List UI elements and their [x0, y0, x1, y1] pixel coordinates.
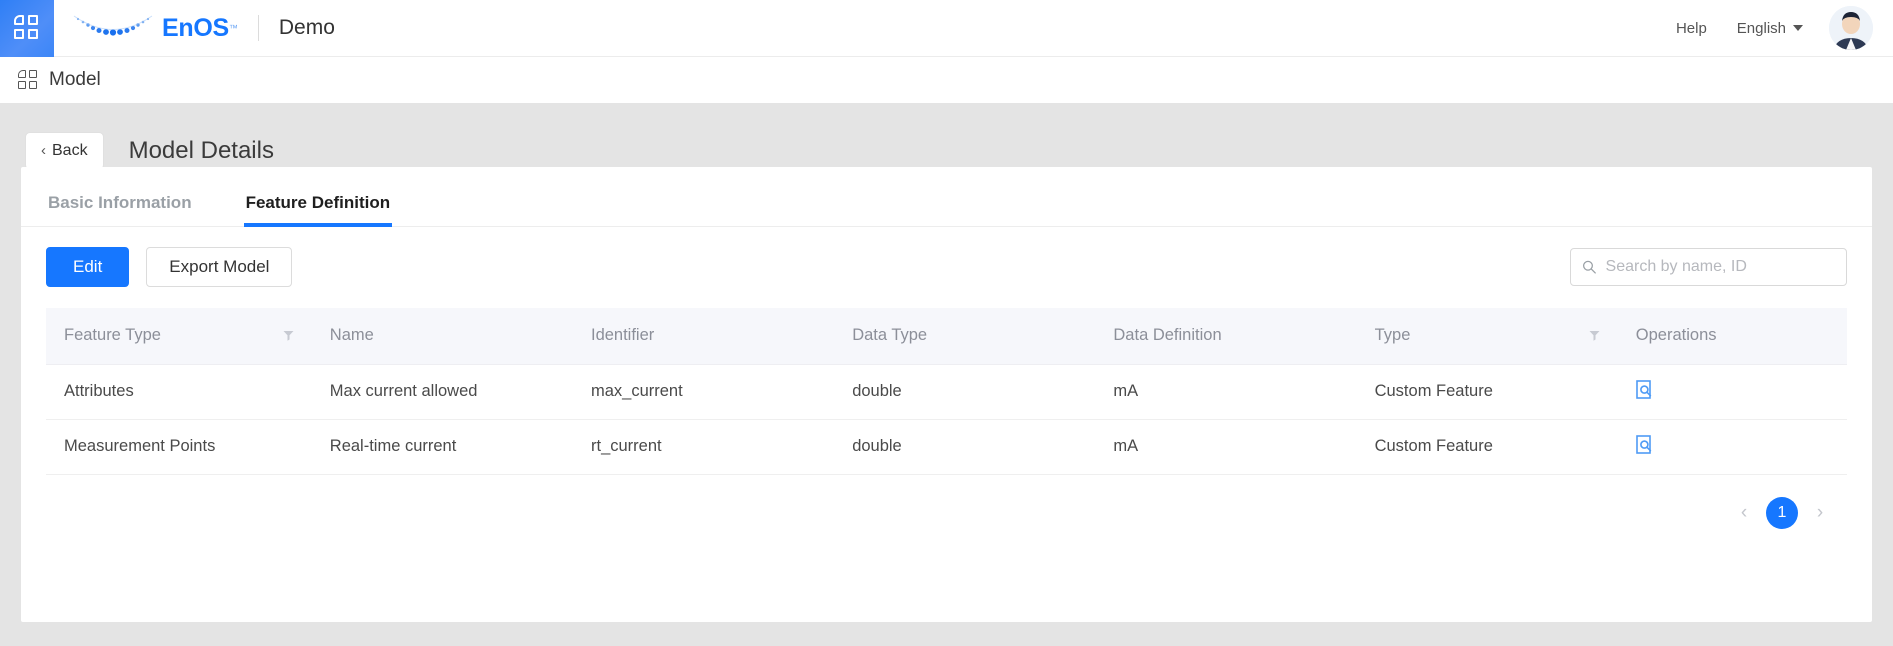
cell-operations [1617, 419, 1847, 475]
brand-name: EnOS [162, 13, 229, 42]
cell-name: Max current allowed [311, 364, 573, 420]
chevron-down-icon [1793, 25, 1803, 31]
tab-bar: Basic Information Feature Definition [21, 167, 1872, 227]
export-model-button[interactable]: Export Model [146, 247, 293, 287]
feature-definition-table: Feature Type Name Identifier Data Type D… [46, 308, 1847, 475]
search-input[interactable] [1605, 258, 1835, 276]
pagination-page-1[interactable]: 1 [1766, 496, 1798, 529]
cell-feature-type: Measurement Points [46, 419, 312, 475]
column-header-type[interactable]: Type [1356, 308, 1618, 365]
pagination-next-button[interactable]: › [1804, 497, 1836, 529]
enos-swoosh-logo-icon [73, 15, 153, 36]
search-icon [1582, 260, 1596, 274]
brand-trademark: ™ [228, 23, 238, 33]
back-button-label: Back [52, 141, 88, 159]
avatar[interactable] [1829, 6, 1873, 50]
column-header-name: Name [311, 308, 573, 365]
table-row[interactable]: Measurement Points Real-time current rt_… [46, 419, 1847, 475]
language-selector[interactable]: English [1737, 20, 1803, 37]
language-selector-label: English [1736, 19, 1786, 37]
cell-data-type: double [834, 419, 1096, 475]
content-card: Basic Information Feature Definition Edi… [21, 167, 1872, 622]
grid-model-icon [18, 70, 38, 90]
cell-data-type: double [834, 364, 1096, 420]
brand-divider [257, 15, 259, 41]
breadcrumb: Model [0, 57, 1893, 103]
pagination: ‹ 1 › [21, 475, 1872, 529]
cell-operations [1617, 364, 1847, 420]
column-header-identifier: Identifier [572, 308, 835, 365]
filter-icon[interactable] [283, 330, 294, 341]
page-body: ‹ Back Model Details Basic Information F… [0, 103, 1893, 646]
header-actions: Help English [1676, 6, 1893, 50]
app-launcher-button[interactable] [0, 0, 54, 57]
view-details-icon[interactable] [1635, 434, 1653, 454]
cell-type: Custom Feature [1356, 364, 1618, 420]
grid-apps-icon [14, 15, 40, 41]
column-label: Data Definition [1113, 326, 1222, 345]
table-toolbar: Edit Export Model [21, 227, 1872, 287]
chevron-left-icon: ‹ [41, 142, 46, 159]
column-label: Name [329, 326, 374, 345]
column-label: Feature Type [64, 326, 161, 345]
edit-button[interactable]: Edit [46, 247, 130, 287]
page-header: ‹ Back Model Details [0, 103, 1893, 175]
column-header-data-type: Data Type [834, 308, 1096, 365]
cell-name: Real-time current [311, 419, 573, 475]
breadcrumb-item-model[interactable]: Model [49, 69, 101, 91]
column-label: Operations [1635, 326, 1717, 345]
tenant-name: Demo [278, 16, 335, 39]
cell-type: Custom Feature [1356, 419, 1618, 475]
table-body: Attributes Max current allowed max_curre… [46, 364, 1847, 475]
column-header-operations: Operations [1617, 308, 1847, 365]
column-label: Identifier [590, 326, 655, 345]
search-box[interactable] [1570, 248, 1847, 286]
help-link[interactable]: Help [1676, 20, 1707, 37]
table-header-row: Feature Type Name Identifier Data Type D… [46, 308, 1847, 365]
view-details-icon[interactable] [1635, 379, 1653, 399]
pagination-prev-button[interactable]: ‹ [1728, 497, 1760, 529]
back-button[interactable]: ‹ Back [25, 131, 104, 170]
tab-feature-definition[interactable]: Feature Definition [243, 193, 393, 227]
filter-icon[interactable] [1589, 330, 1600, 341]
column-header-feature-type[interactable]: Feature Type [46, 308, 312, 365]
table-row[interactable]: Attributes Max current allowed max_curre… [46, 364, 1847, 420]
column-label: Data Type [852, 326, 928, 345]
cell-data-definition: mA [1095, 364, 1357, 420]
page-title: Model Details [128, 136, 274, 164]
user-avatar-icon [1829, 6, 1873, 50]
top-header: EnOS ™ Demo Help English [0, 0, 1893, 57]
column-header-data-definition: Data Definition [1095, 308, 1357, 365]
cell-identifier: max_current [572, 364, 835, 420]
tab-basic-information[interactable]: Basic Information [46, 193, 194, 226]
brand-name-en: EnOS [162, 13, 229, 42]
brand: EnOS ™ Demo [72, 13, 335, 43]
column-label: Type [1374, 326, 1411, 345]
cell-data-definition: mA [1095, 419, 1357, 475]
cell-identifier: rt_current [572, 419, 835, 475]
cell-feature-type: Attributes [46, 364, 312, 420]
table-head: Feature Type Name Identifier Data Type D… [46, 308, 1847, 365]
